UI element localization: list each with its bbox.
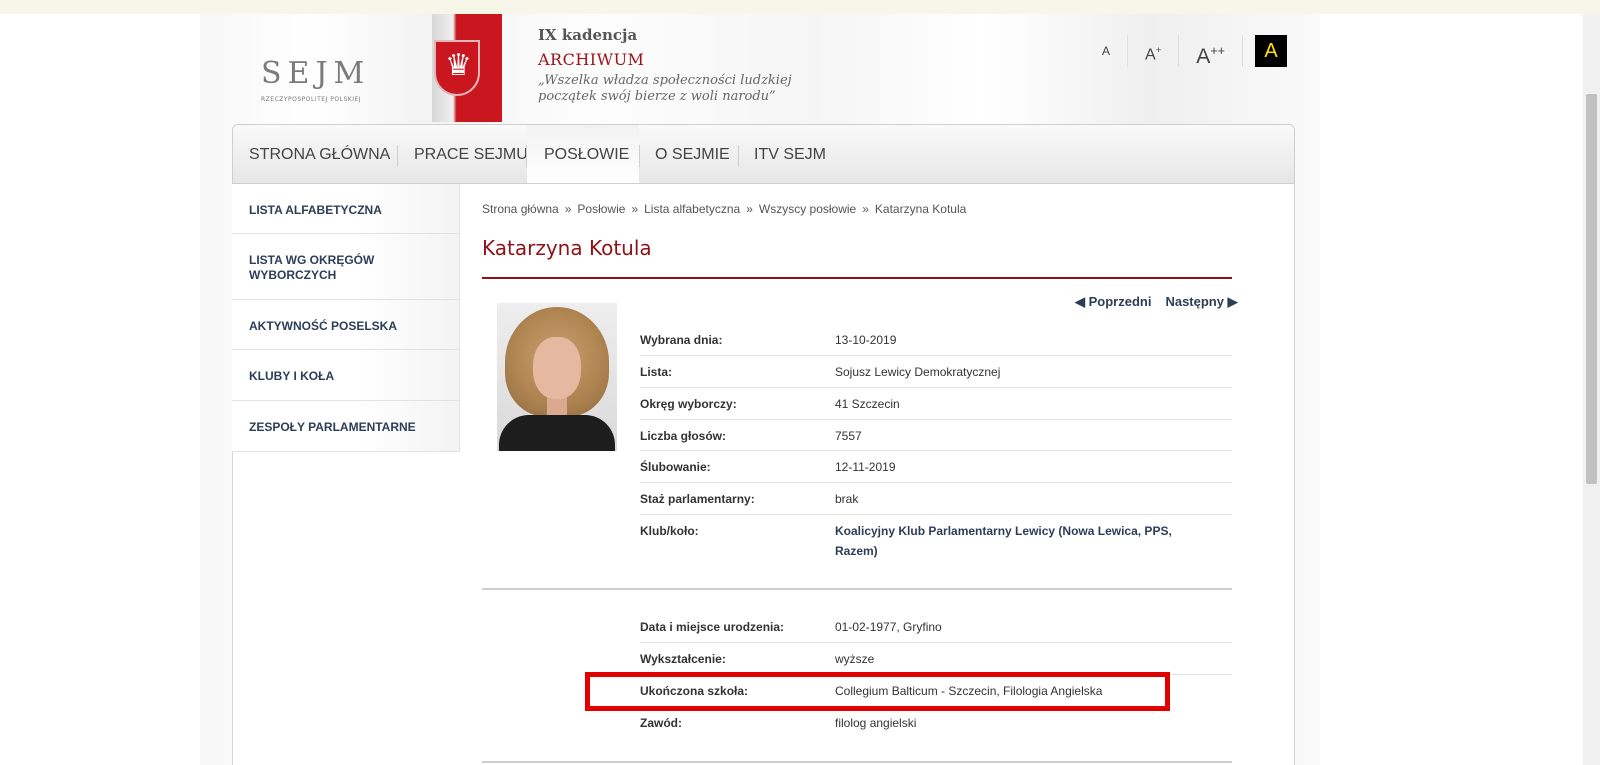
detail-value: 01-02-1977, Gryfino bbox=[835, 620, 942, 634]
highlight-box bbox=[585, 672, 1170, 711]
detail-label: Liczba głosów: bbox=[640, 429, 727, 443]
nav-item-poslowie[interactable]: POSŁOWIE bbox=[527, 125, 639, 183]
nav-item-prace-sejmu[interactable]: PRACE SEJMU bbox=[414, 125, 528, 183]
archiwum-label[interactable]: ARCHIWUM bbox=[538, 50, 644, 69]
prev-link[interactable]: ◀ Poprzedni bbox=[1075, 294, 1151, 309]
section-divider-bottom bbox=[482, 761, 1232, 763]
detail-label: Data i miejsce urodzenia: bbox=[640, 620, 785, 634]
detail-row-glosy: Liczba głosów: 7557 bbox=[640, 420, 1232, 451]
eagle-emblem-icon: ♛ bbox=[434, 40, 480, 96]
high-contrast-button[interactable]: A bbox=[1255, 35, 1288, 67]
sejm-logo[interactable]: SEJM RZECZYPOSPOLITEJ POLSKIEJ bbox=[255, 26, 365, 106]
detail-value: 13-10-2019 bbox=[835, 333, 897, 347]
nav-item-o-sejmie[interactable]: O SEJMIE bbox=[655, 125, 730, 183]
breadcrumb-separator: » bbox=[746, 202, 753, 216]
detail-value: filolog angielski bbox=[835, 716, 917, 730]
section-divider bbox=[482, 588, 1232, 590]
klub-link[interactable]: Koalicyjny Klub Parlamentarny Lewicy (No… bbox=[835, 521, 1215, 561]
motto-line-2: początek swój bierze z woli narodu” bbox=[538, 89, 776, 104]
title-rule bbox=[482, 277, 1232, 279]
detail-label: Wybrana dnia: bbox=[640, 333, 723, 347]
detail-label: Staż parlamentarny: bbox=[640, 492, 755, 506]
breadcrumb-item[interactable]: Lista alfabetyczna bbox=[644, 202, 740, 216]
breadcrumb-separator: » bbox=[564, 202, 572, 216]
scrollbar-thumb[interactable] bbox=[1586, 94, 1597, 484]
detail-row-klub: Klub/koło: Koalicyjny Klub Parlamentarny… bbox=[640, 515, 1232, 565]
page-scrollbar[interactable] bbox=[1583, 14, 1600, 765]
mp-photo bbox=[497, 303, 617, 451]
detail-value: 41 Szczecin bbox=[835, 397, 900, 411]
kadencja-label: IX kadencja bbox=[538, 26, 638, 44]
page-title: Katarzyna Kotula bbox=[482, 236, 652, 260]
detail-row-zawod: Zawód: filolog angielski bbox=[640, 707, 1232, 739]
nav-item-itv-sejm[interactable]: ITV SEJM bbox=[754, 125, 826, 183]
detail-label: Wykształcenie: bbox=[640, 652, 726, 666]
detail-value: brak bbox=[835, 492, 859, 506]
detail-row-wyksztalcenie: Wykształcenie: wyższe bbox=[640, 643, 1232, 675]
detail-row-urodzenie: Data i miejsce urodzenia: 01-02-1977, Gr… bbox=[640, 611, 1232, 643]
detail-value: 7557 bbox=[835, 429, 862, 443]
detail-value: Sojusz Lewicy Demokratycznej bbox=[835, 365, 1001, 379]
sidebar-item-label: ZESPOŁY PARLAMENTARNE bbox=[249, 420, 416, 434]
sidebar-item-lista-okregow[interactable]: LISTA WG OKRĘGÓW WYBORCZYCH bbox=[232, 234, 460, 300]
browser-top-strip bbox=[0, 0, 1600, 14]
detail-label: Zawód: bbox=[640, 716, 682, 730]
breadcrumb-current: Katarzyna Kotula bbox=[874, 202, 967, 216]
font-size-medium-button[interactable]: A+ bbox=[1128, 35, 1180, 67]
sidebar-item-label: LISTA WG OKRĘGÓW WYBORCZYCH bbox=[249, 253, 375, 282]
logo-subtitle: RZECZYPOSPOLITEJ POLSKIEJ bbox=[261, 96, 362, 103]
breadcrumb: Strona główna » Posłowie » Lista alfabetyczn… bbox=[482, 202, 966, 216]
sidebar-item-zespoly-parlamentarne[interactable]: ZESPOŁY PARLAMENTARNE bbox=[232, 401, 460, 452]
motto-line-1: „Wszelka władza społeczności ludzkiej bbox=[538, 73, 792, 88]
breadcrumb-separator: » bbox=[631, 202, 639, 216]
detail-label: Klub/koło: bbox=[640, 524, 699, 538]
main-nav: STRONA GŁÓWNA PRACE SEJMU POSŁOWIE O SEJ… bbox=[232, 124, 1295, 184]
sidebar-item-label: AKTYWNOŚĆ POSELSKA bbox=[249, 319, 398, 333]
breadcrumb-separator: » bbox=[862, 202, 869, 216]
detail-row-okreg: Okręg wyborczy: 41 Szczecin bbox=[640, 388, 1232, 420]
sidebar-item-aktywnosc-poselska[interactable]: AKTYWNOŚĆ POSELSKA bbox=[232, 300, 460, 350]
font-size-small-button[interactable]: A bbox=[1085, 35, 1129, 67]
nav-item-strona-glowna[interactable]: STRONA GŁÓWNA bbox=[249, 125, 390, 183]
detail-row-slubowanie: Ślubowanie: 12-11-2019 bbox=[640, 451, 1232, 483]
detail-row-lista: Lista: Sojusz Lewicy Demokratycznej bbox=[640, 356, 1232, 388]
sidebar-item-label: KLUBY I KOŁA bbox=[249, 369, 335, 383]
next-link[interactable]: Następny ▶ bbox=[1165, 294, 1237, 309]
detail-label: Ślubowanie: bbox=[640, 460, 711, 474]
logo-text: SEJM bbox=[261, 56, 371, 91]
detail-label: Lista: bbox=[640, 365, 673, 379]
breadcrumb-item[interactable]: Wszyscy posłowie bbox=[759, 202, 856, 216]
font-size-controls: A A+ A++ A bbox=[1085, 34, 1288, 68]
detail-row-staz: Staż parlamentarny: brak bbox=[640, 483, 1232, 515]
sidebar: LISTA ALFABETYCZNA LISTA WG OKRĘGÓW WYBO… bbox=[232, 184, 460, 452]
motto: „Wszelka władza społeczności ludzkiej po… bbox=[538, 73, 798, 105]
prev-next-nav: ◀ Poprzedni Następny ▶ bbox=[1075, 294, 1252, 310]
detail-value: 12-11-2019 bbox=[835, 460, 896, 474]
breadcrumb-item[interactable]: Strona główna bbox=[482, 202, 559, 216]
breadcrumb-item[interactable]: Posłowie bbox=[577, 202, 625, 216]
font-size-large-button[interactable]: A++ bbox=[1179, 35, 1244, 68]
detail-row-wybrana: Wybrana dnia: 13-10-2019 bbox=[640, 324, 1232, 356]
sidebar-item-lista-alfabetyczna[interactable]: LISTA ALFABETYCZNA bbox=[232, 184, 460, 234]
sidebar-item-kluby-i-kola[interactable]: KLUBY I KOŁA bbox=[232, 350, 460, 401]
detail-label: Okręg wyborczy: bbox=[640, 397, 737, 411]
sidebar-item-label: LISTA ALFABETYCZNA bbox=[249, 203, 382, 217]
detail-value: wyższe bbox=[835, 652, 875, 666]
